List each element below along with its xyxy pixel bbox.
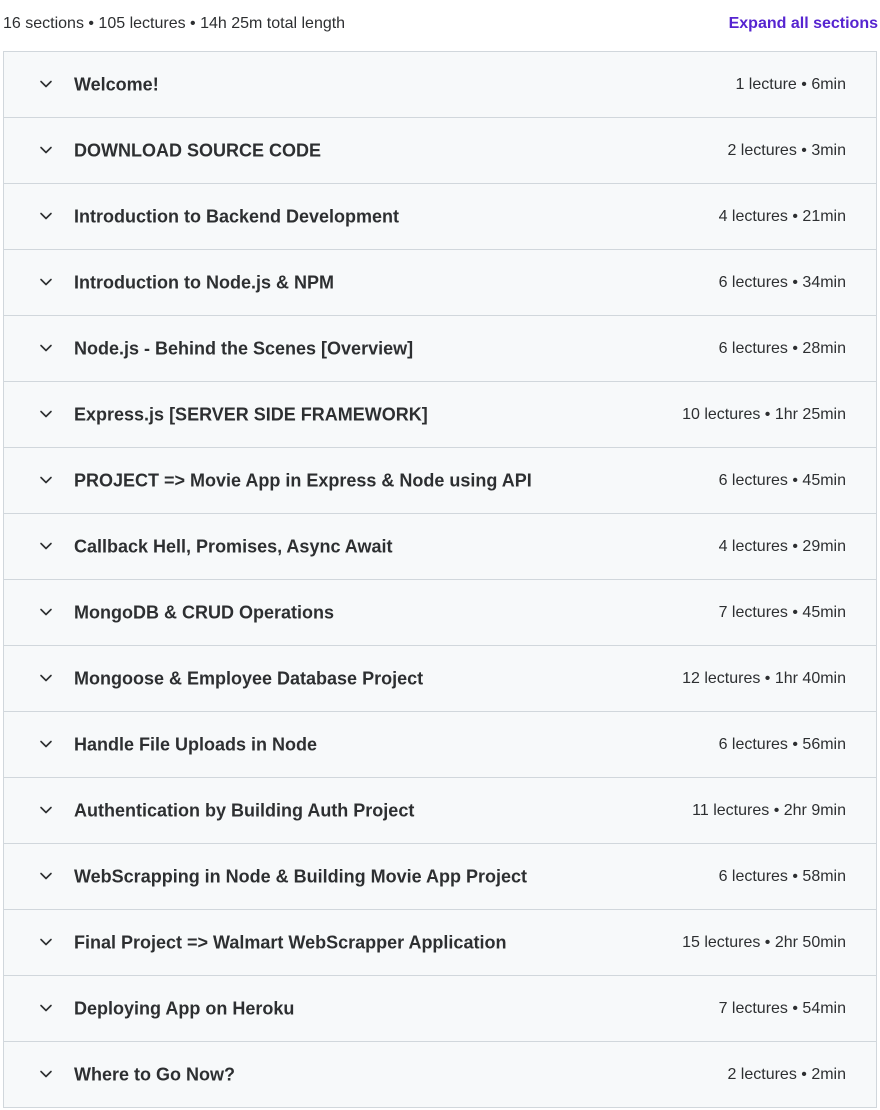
section-title: WebScrapping in Node & Building Movie Ap… (74, 866, 528, 886)
expand-all-sections-button[interactable]: Expand all sections (729, 15, 878, 33)
section-row[interactable]: PROJECT => Movie App in Express & Node u… (4, 447, 876, 513)
section-meta: 6 lectures • 28min (718, 339, 846, 357)
chevron-down-icon (39, 869, 53, 883)
section-title: PROJECT => Movie App in Express & Node u… (74, 470, 532, 490)
section-title: Where to Go Now? (74, 1064, 235, 1084)
chevron-down-icon (39, 143, 53, 157)
section-meta: 12 lectures • 1hr 40min (682, 669, 846, 687)
section-meta: 7 lectures • 54min (718, 999, 846, 1017)
section-title: Authentication by Building Auth Project (74, 800, 415, 820)
chevron-down-icon (39, 407, 53, 421)
section-row[interactable]: MongoDB & CRUD Operations 7 lectures • 4… (4, 579, 876, 645)
section-meta: 11 lectures • 2hr 9min (692, 801, 846, 819)
section-row[interactable]: Welcome! 1 lecture • 6min (4, 52, 876, 117)
section-meta: 6 lectures • 58min (718, 867, 846, 885)
curriculum-summary: 16 sections • 105 lectures • 14h 25m tot… (3, 15, 346, 32)
section-title: Introduction to Backend Development (74, 206, 400, 226)
chevron-down-icon (39, 473, 53, 487)
chevron-down-icon (39, 275, 53, 289)
chevron-down-icon (39, 77, 53, 91)
section-row[interactable]: Express.js [SERVER SIDE FRAMEWORK] 10 le… (4, 381, 876, 447)
chevron-down-icon (39, 341, 53, 355)
section-meta: 7 lectures • 45min (718, 603, 846, 621)
section-row[interactable]: Handle File Uploads in Node 6 lectures •… (4, 711, 876, 777)
section-title: Express.js [SERVER SIDE FRAMEWORK] (74, 404, 428, 424)
section-row[interactable]: Callback Hell, Promises, Async Await 4 l… (4, 513, 876, 579)
section-title: Mongoose & Employee Database Project (74, 668, 424, 688)
section-row[interactable]: Deploying App on Heroku 7 lectures • 54m… (4, 975, 876, 1041)
chevron-down-icon (39, 605, 53, 619)
section-meta: 2 lectures • 2min (727, 1065, 846, 1083)
section-row[interactable]: Introduction to Backend Development 4 le… (4, 183, 876, 249)
chevron-down-icon (39, 209, 53, 223)
section-title: Node.js - Behind the Scenes [Overview] (74, 338, 414, 358)
section-title: Handle File Uploads in Node (74, 734, 318, 754)
chevron-down-icon (39, 1067, 53, 1081)
section-row[interactable]: Node.js - Behind the Scenes [Overview] 6… (4, 315, 876, 381)
chevron-down-icon (39, 737, 53, 751)
chevron-down-icon (39, 935, 53, 949)
section-meta: 6 lectures • 56min (718, 735, 846, 753)
curriculum-summary-bar: 16 sections • 105 lectures • 14h 25m tot… (0, 0, 880, 51)
section-meta: 2 lectures • 3min (727, 141, 846, 159)
chevron-down-icon (39, 671, 53, 685)
section-title: Welcome! (74, 74, 159, 94)
chevron-down-icon (39, 539, 53, 553)
section-meta: 6 lectures • 45min (718, 471, 846, 489)
section-meta: 4 lectures • 29min (718, 537, 846, 555)
section-row[interactable]: Authentication by Building Auth Project … (4, 777, 876, 843)
section-title: MongoDB & CRUD Operations (74, 602, 334, 622)
section-row[interactable]: WebScrapping in Node & Building Movie Ap… (4, 843, 876, 909)
section-row[interactable]: DOWNLOAD SOURCE CODE 2 lectures • 3min (4, 117, 876, 183)
section-row[interactable]: Mongoose & Employee Database Project 12 … (4, 645, 876, 711)
section-row[interactable]: Where to Go Now? 2 lectures • 2min (4, 1041, 876, 1107)
section-title: Deploying App on Heroku (74, 998, 295, 1018)
chevron-down-icon (39, 1001, 53, 1015)
section-meta: 10 lectures • 1hr 25min (682, 405, 846, 423)
section-title: Callback Hell, Promises, Async Await (74, 536, 393, 556)
chevron-down-icon (39, 803, 53, 817)
section-meta: 15 lectures • 2hr 50min (682, 933, 846, 951)
section-title: Introduction to Node.js & NPM (74, 272, 334, 292)
section-row[interactable]: Final Project => Walmart WebScrapper App… (4, 909, 876, 975)
section-meta: 4 lectures • 21min (718, 207, 846, 225)
section-title: Final Project => Walmart WebScrapper App… (74, 932, 507, 952)
section-row[interactable]: Introduction to Node.js & NPM 6 lectures… (4, 249, 876, 315)
section-meta: 6 lectures • 34min (718, 273, 846, 291)
curriculum-section-list: Welcome! 1 lecture • 6min DOWNLOAD SOURC… (3, 51, 877, 1108)
section-title: DOWNLOAD SOURCE CODE (74, 140, 321, 160)
section-meta: 1 lecture • 6min (735, 75, 846, 93)
